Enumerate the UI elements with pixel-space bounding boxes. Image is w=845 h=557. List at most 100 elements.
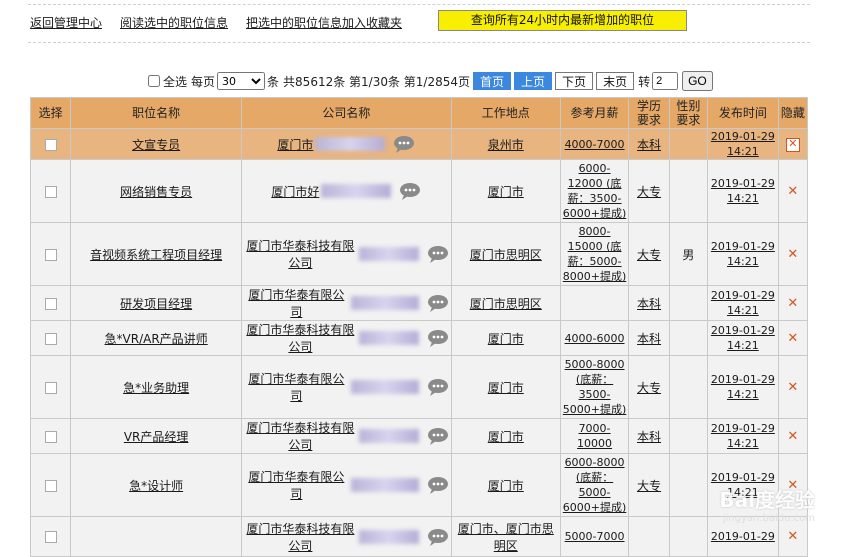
education-link[interactable]: 大专 [637,185,661,199]
job-title-link[interactable]: 急*设计师 [129,479,183,493]
back-to-admin-link[interactable]: 返回管理中心 [30,14,102,31]
job-title-link[interactable]: 急*VR/AR产品讲师 [105,332,208,346]
education-link[interactable]: 大专 [637,248,661,262]
company-link[interactable]: 厦门市华泰有限公司 [244,468,349,502]
row-checkbox[interactable] [44,297,57,310]
education-link[interactable]: 本科 [637,332,661,346]
location-link[interactable]: 厦门市、厦门市思明区 [458,522,554,553]
salary-link[interactable]: 4000-6000 [565,332,625,345]
company-link[interactable]: 厦门市 [277,136,313,153]
job-title-link[interactable]: 文宣专员 [132,138,180,152]
goto-page-input[interactable] [652,72,679,90]
blurred-redaction [358,429,419,443]
row-checkbox[interactable] [44,531,57,543]
company-link[interactable]: 厦门市华泰科技有限公司 [244,520,357,554]
query-24h-button[interactable]: 查询所有24小时内最新增加的职位 [438,10,687,31]
read-selected-link[interactable]: 阅读选中的职位信息 [120,14,228,31]
chat-bubble-icon[interactable] [427,294,449,312]
hide-close-icon[interactable]: ✕ [787,247,798,262]
publish-time-link[interactable]: 2019-01-29 14:21 [711,130,775,158]
chat-bubble-icon[interactable] [427,378,449,396]
education-link[interactable]: 大专 [637,381,661,395]
salary-link[interactable]: 4000-7000 [565,138,625,151]
chat-bubble-icon[interactable] [427,245,449,263]
publish-time-link[interactable]: 2019-01-29 [711,530,775,543]
job-title-link[interactable]: VR产品经理 [124,430,189,444]
company-link[interactable]: 厦门市华泰科技有限公司 [244,420,357,453]
next-page-button[interactable]: 下页 [555,72,594,90]
location-link[interactable]: 厦门市 [488,381,524,395]
location-link[interactable]: 厦门市 [488,430,524,444]
row-checkbox[interactable] [44,138,57,151]
company-link[interactable]: 厦门市华泰科技有限公司 [244,322,357,355]
chat-bubble-icon[interactable] [399,182,421,200]
row-checkbox[interactable] [44,381,57,394]
go-button[interactable]: GO [682,71,713,91]
salary-link[interactable]: 5000-8000 (底薪：3500-5000+提成) [563,358,627,416]
row-salary-cell: 5000-7000 [559,516,630,557]
salary-link[interactable]: 5000-7000 [565,530,625,543]
row-checkbox[interactable] [44,479,57,492]
chat-bubble-icon[interactable] [427,329,449,347]
company-link[interactable]: 厦门市华泰有限公司 [244,287,349,320]
select-all-checkbox[interactable] [148,75,160,87]
location-link[interactable]: 泉州市 [488,138,524,152]
salary-link[interactable]: 6000-8000 (底薪：5000-6000+提成) [563,456,627,514]
location-link[interactable]: 厦门市思明区 [470,297,542,311]
watermark-logo: Bai度经验 jingyan.baidu.com [719,488,815,524]
company-link[interactable]: 厦门市华泰有限公司 [244,370,349,404]
prev-page-button[interactable]: 上页 [514,72,553,90]
per-page-select[interactable]: 30 [217,72,266,90]
hide-close-icon[interactable]: ✕ [787,429,798,444]
company-link[interactable]: 厦门市华泰科技有限公司 [244,237,357,271]
hide-close-icon[interactable]: ✕ [785,138,800,152]
salary-link[interactable]: 7000-10000 [577,422,612,450]
job-title-link[interactable]: 音视频系统工程项目经理 [90,248,222,262]
education-link[interactable]: 大专 [637,479,661,493]
chat-bubble-icon[interactable] [427,427,449,445]
education-link[interactable]: 本科 [637,138,661,152]
row-checkbox[interactable] [44,430,57,443]
first-page-button[interactable]: 首页 [473,72,512,90]
row-gender-cell [668,285,709,321]
hide-close-icon[interactable]: ✕ [787,184,798,199]
chat-bubble-icon[interactable] [427,476,449,494]
location-link[interactable]: 厦门市思明区 [470,248,542,262]
publish-time-link[interactable]: 2019-01-29 14:21 [711,289,775,317]
job-title-link[interactable]: 研发项目经理 [120,297,192,311]
row-education-cell: 大专 [628,453,670,517]
row-checkbox[interactable] [44,332,57,345]
table-row: 文宣专员 厦门市 泉州市 4000-7000 本科 2019-01-29 14:21 ✕ [29,128,809,160]
education-link[interactable]: 本科 [637,430,661,444]
row-checkbox[interactable] [44,248,57,261]
location-link[interactable]: 厦门市 [488,185,524,199]
per-page-label: 每页 [191,74,216,89]
add-to-favorites-link[interactable]: 把选中的职位信息加入收藏夹 [246,14,402,31]
job-title-link[interactable]: 急*业务助理 [123,381,189,395]
row-gender-cell [668,418,709,454]
last-page-button[interactable]: 末页 [596,72,635,90]
publish-time-link[interactable]: 2019-01-29 14:21 [711,422,775,450]
salary-link[interactable]: 8000-15000 (底薪：5000-8000+提成) [563,225,627,283]
hide-close-icon[interactable]: ✕ [787,529,798,544]
row-salary-cell: 5000-8000 (底薪：3500-5000+提成) [559,355,630,419]
company-link[interactable]: 厦门市好 [271,183,319,200]
row-checkbox[interactable] [44,185,57,198]
row-select-cell [29,159,72,223]
hide-close-icon[interactable]: ✕ [787,380,798,395]
publish-time-link[interactable]: 2019-01-29 14:21 [711,324,775,352]
chat-bubble-icon[interactable] [393,135,415,153]
row-gender-cell [668,320,709,356]
location-link[interactable]: 厦门市 [488,479,524,493]
education-link[interactable]: 本科 [637,297,661,311]
hide-close-icon[interactable]: ✕ [787,296,798,311]
col-location: 工作地点 [450,97,561,129]
chat-bubble-icon[interactable] [427,528,449,546]
salary-link[interactable]: 6000-12000 (底薪：3500-6000+提成) [563,162,627,220]
publish-time-link[interactable]: 2019-01-29 14:21 [711,240,775,268]
publish-time-link[interactable]: 2019-01-29 14:21 [711,177,775,205]
hide-close-icon[interactable]: ✕ [787,331,798,346]
publish-time-link[interactable]: 2019-01-29 14:21 [711,373,775,401]
job-title-link[interactable]: 网络销售专员 [120,185,192,199]
location-link[interactable]: 厦门市 [488,332,524,346]
